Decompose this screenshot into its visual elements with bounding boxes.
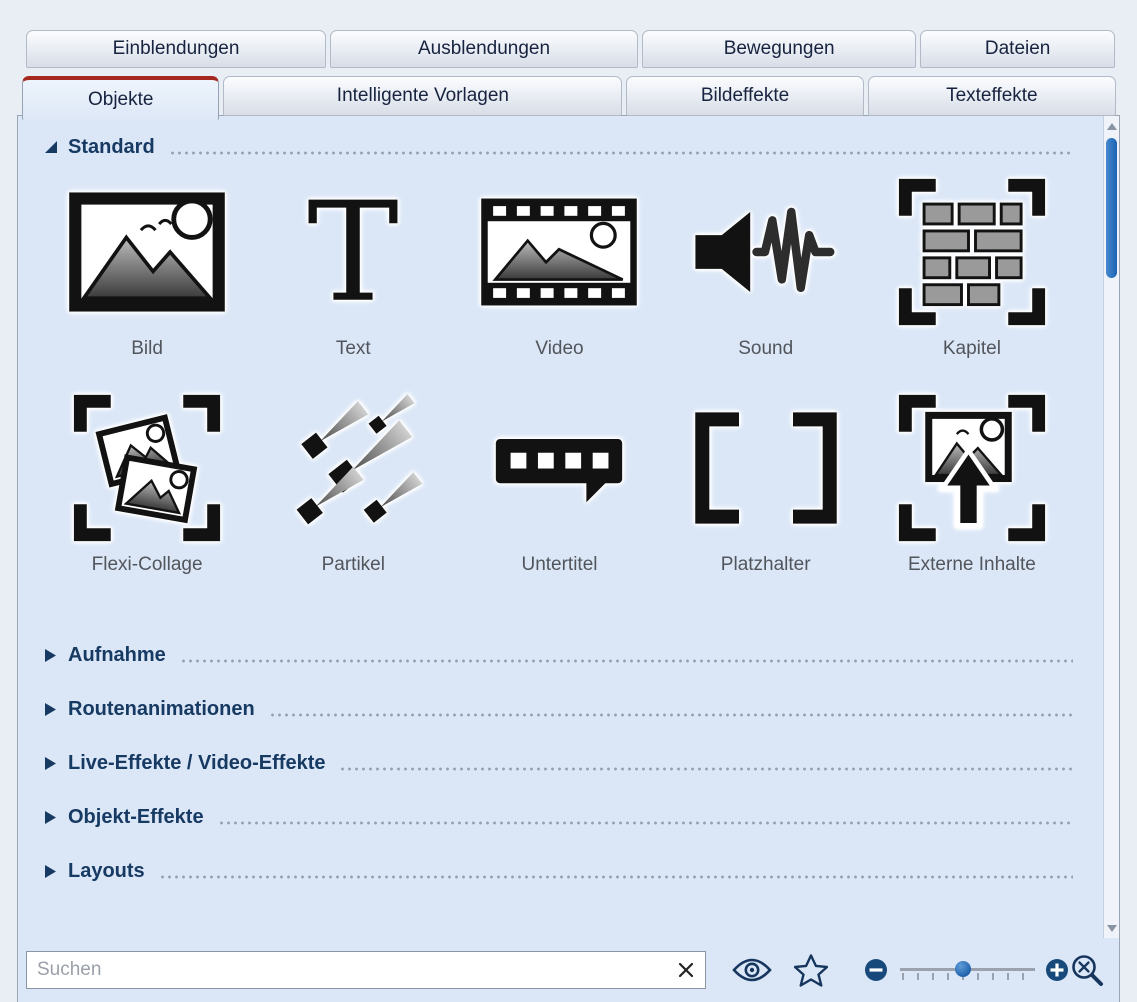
tab-ausblendungen[interactable]: Ausblendungen <box>330 30 638 68</box>
object-item-bild[interactable]: Bild <box>44 172 250 360</box>
object-item-sound[interactable]: Sound <box>663 172 869 360</box>
clear-search-icon[interactable] <box>674 958 698 982</box>
tab-dateien[interactable]: Dateien <box>920 30 1115 68</box>
section-label: Aufnahme <box>68 644 166 667</box>
vertical-scrollbar[interactable] <box>1103 116 1119 938</box>
magnifier-reset-icon[interactable] <box>1069 952 1105 988</box>
item-label: Untertitel <box>521 554 597 576</box>
object-item-video[interactable]: Video <box>456 172 662 360</box>
collapsed-triangle-icon <box>44 810 68 825</box>
external-content-icon <box>896 388 1048 548</box>
subtitle-bubble-icon <box>484 388 634 548</box>
collapsed-triangle-icon <box>44 702 68 717</box>
standard-items-grid: Bild T Text <box>44 172 1075 576</box>
object-item-partikel[interactable]: Partikel <box>250 388 456 576</box>
section-live-effekte[interactable]: Live-Effekte / Video-Effekte <box>44 736 1075 790</box>
tab-bildeffekte[interactable]: Bildeffekte <box>626 76 863 116</box>
search-field-wrapper <box>26 951 706 989</box>
chapter-blocks-icon <box>896 172 1048 332</box>
expanded-triangle-icon <box>44 140 68 155</box>
item-label: Partikel <box>322 554 385 576</box>
object-item-untertitel[interactable]: Untertitel <box>456 388 662 576</box>
dotted-divider <box>218 821 1073 825</box>
tab-intelligente-vorlagen[interactable]: Intelligente Vorlagen <box>223 76 622 116</box>
section-label: Standard <box>68 136 155 159</box>
text-icon: T <box>294 172 412 332</box>
objects-toolbox-panel: Einblendungen Ausblendungen Bewegungen D… <box>0 0 1137 1002</box>
tab-label: Bewegungen <box>724 38 835 60</box>
item-label: Bild <box>131 338 163 360</box>
search-zoom-toolbar <box>17 938 1120 1002</box>
scroll-up-arrow-icon[interactable] <box>1104 118 1119 134</box>
collapsed-triangle-icon <box>44 864 68 879</box>
dotted-divider <box>159 875 1073 879</box>
zoom-in-button[interactable] <box>1045 958 1069 982</box>
tab-row-top: Einblendungen Ausblendungen Bewegungen D… <box>0 0 1137 68</box>
object-item-platzhalter[interactable]: Platzhalter <box>663 388 869 576</box>
section-label: Live-Effekte / Video-Effekte <box>68 752 325 775</box>
object-item-kapitel[interactable]: Kapitel <box>869 172 1075 360</box>
placeholder-brackets-icon <box>685 388 847 548</box>
collage-photos-icon <box>71 388 223 548</box>
scroll-down-arrow-icon[interactable] <box>1104 920 1119 936</box>
section-routenanimationen[interactable]: Routenanimationen <box>44 682 1075 736</box>
tab-bewegungen[interactable]: Bewegungen <box>642 30 916 68</box>
item-label: Video <box>535 338 583 360</box>
dotted-divider <box>339 767 1073 771</box>
item-label: Flexi-Collage <box>92 554 203 576</box>
thumbnail-zoom-slider[interactable] <box>900 955 1035 985</box>
object-item-text[interactable]: T Text <box>250 172 456 360</box>
particles-icon <box>277 388 429 548</box>
scrollbar-thumb[interactable] <box>1106 138 1117 278</box>
speaker-wave-icon <box>687 172 845 332</box>
collapsed-triangle-icon <box>44 756 68 771</box>
tab-label: Dateien <box>985 38 1051 60</box>
objects-content-area: Standard Bild <box>17 115 1120 938</box>
item-label: Sound <box>738 338 793 360</box>
dotted-divider <box>169 151 1073 155</box>
section-label: Layouts <box>68 860 145 883</box>
item-label: Platzhalter <box>721 554 811 576</box>
tab-label: Objekte <box>88 89 153 111</box>
tab-label: Ausblendungen <box>418 38 550 60</box>
tab-label: Intelligente Vorlagen <box>337 85 509 107</box>
item-label: Text <box>336 338 371 360</box>
zoom-out-button[interactable] <box>864 958 888 982</box>
section-aufnahme[interactable]: Aufnahme <box>44 628 1075 682</box>
favorites-star-icon[interactable] <box>794 954 828 987</box>
tab-objekte[interactable]: Objekte <box>22 76 219 120</box>
section-label: Routenanimationen <box>68 698 255 721</box>
object-item-externe-inhalte[interactable]: Externe Inhalte <box>869 388 1075 576</box>
dotted-divider <box>269 713 1073 717</box>
tab-row-bottom: Objekte Intelligente Vorlagen Bildeffekt… <box>0 68 1137 117</box>
tab-einblendungen[interactable]: Einblendungen <box>26 30 326 68</box>
object-item-flexi-collage[interactable]: Flexi-Collage <box>44 388 250 576</box>
section-label: Objekt-Effekte <box>68 806 204 829</box>
tab-label: Bildeffekte <box>701 85 789 107</box>
item-label: Kapitel <box>943 338 1001 360</box>
search-input[interactable] <box>26 951 706 989</box>
section-layouts[interactable]: Layouts <box>44 844 1075 898</box>
section-standard[interactable]: Standard <box>44 132 1075 162</box>
picture-icon <box>68 172 226 332</box>
dotted-divider <box>180 659 1073 663</box>
filmstrip-icon <box>478 172 640 332</box>
tab-label: Texteffekte <box>946 85 1038 107</box>
section-objekt-effekte[interactable]: Objekt-Effekte <box>44 790 1075 844</box>
tab-texteffekte[interactable]: Texteffekte <box>868 76 1116 116</box>
collapsed-triangle-icon <box>44 648 68 663</box>
show-preview-eye-icon[interactable] <box>732 957 772 983</box>
svg-text:T: T <box>307 188 399 316</box>
collapsed-sections: Aufnahme Routenanimationen Live-Effekte … <box>44 628 1075 898</box>
tab-label: Einblendungen <box>113 38 240 60</box>
item-label: Externe Inhalte <box>908 554 1036 576</box>
